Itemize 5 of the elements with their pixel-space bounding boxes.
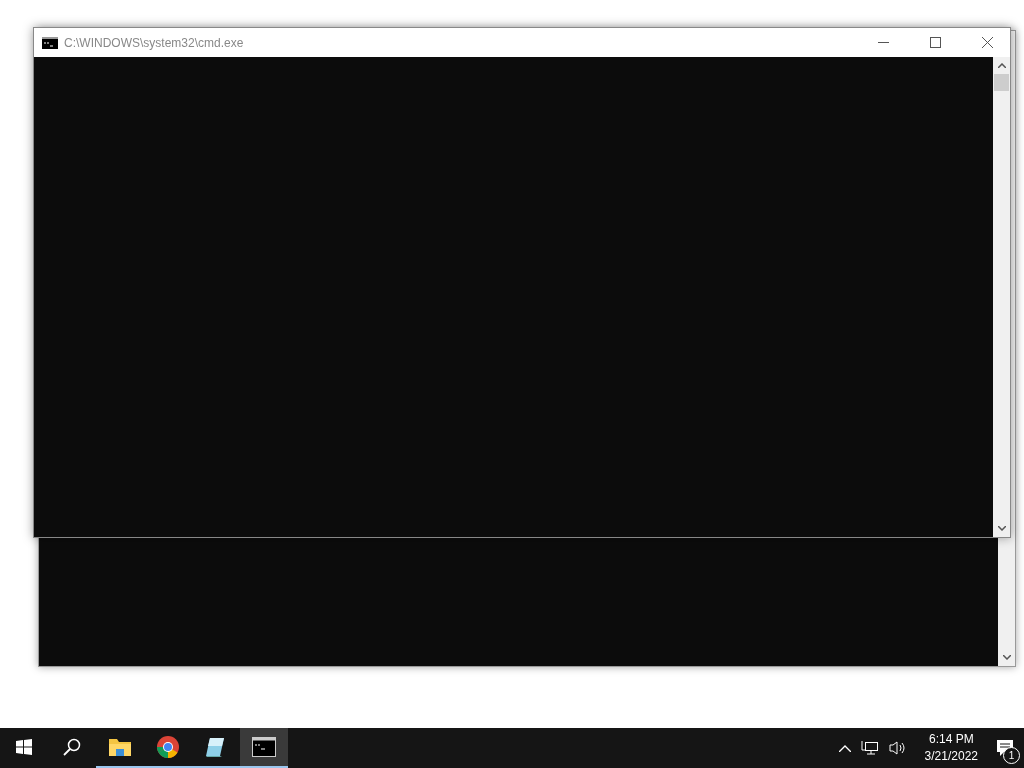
date-text: 3/21/2022 [924,748,978,765]
window-title: C:\WINDOWS\system32\cmd.exe [64,35,245,50]
clock[interactable]: 6:14 PM 3/21/2022 [914,731,988,765]
notification-count: 1 [1003,747,1020,764]
time-text: 6:14 PM [928,731,974,748]
